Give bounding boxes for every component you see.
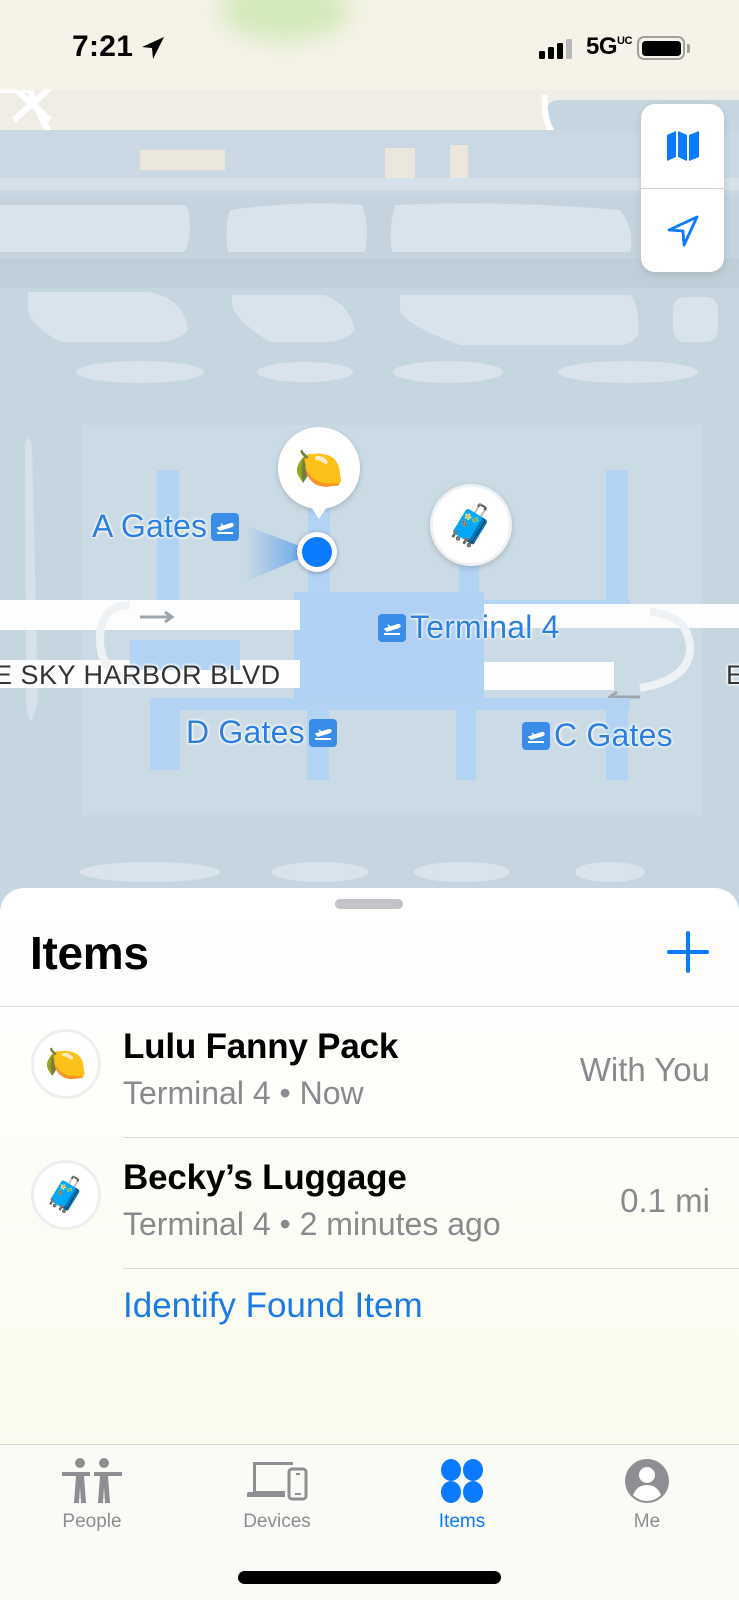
locate-me-button[interactable] <box>641 188 724 272</box>
luggage-icon: 🧳 <box>44 1176 88 1214</box>
tab-label: People <box>62 1511 122 1532</box>
location-arrow-icon <box>667 215 698 246</box>
identify-found-item-link[interactable]: Identify Found Item <box>123 1286 423 1326</box>
battery-icon <box>637 36 685 60</box>
item-row-lulu-fanny-pack[interactable]: 🍋 Lulu Fanny Pack Terminal 4 • Now With … <box>0 1007 739 1138</box>
map-pin-lulu-fanny-pack[interactable]: 🍋 <box>278 427 360 519</box>
tab-items[interactable]: Items <box>392 1455 532 1545</box>
map-label-terminal-4[interactable]: Terminal 4 <box>378 609 560 646</box>
battery-fill <box>641 40 681 56</box>
map-tint <box>220 0 350 40</box>
items-icon <box>441 1459 483 1503</box>
map-view[interactable]: A Gates Terminal 4 E SKY HARBOR BLVD E D… <box>0 0 739 910</box>
map-controls <box>641 104 724 272</box>
status-time: 7:21 <box>72 30 134 63</box>
road-label-sky-harbor-blvd: E SKY HARBOR BLVD <box>0 660 281 690</box>
item-name: Becky’s Luggage <box>123 1158 407 1197</box>
label-text: Terminal 4 <box>410 609 560 645</box>
airplane-departure-icon <box>308 718 337 747</box>
network-type: 5GUC <box>586 33 632 61</box>
tab-label: Devices <box>243 1511 311 1532</box>
row-divider <box>123 1268 739 1269</box>
sheet-grabber[interactable] <box>335 899 403 909</box>
map-label-c-gates[interactable]: C Gates <box>522 717 673 754</box>
item-name: Lulu Fanny Pack <box>123 1027 399 1066</box>
airplane-departure-icon <box>211 512 240 541</box>
network-badge: UC <box>617 35 632 47</box>
item-row-beckys-luggage[interactable]: 🧳 Becky’s Luggage Terminal 4 • 2 minutes… <box>0 1138 739 1269</box>
item-avatar: 🧳 <box>31 1160 101 1230</box>
location-services-icon <box>142 37 164 59</box>
map-pin-beckys-luggage[interactable]: 🧳 <box>430 484 512 566</box>
luggage-icon: 🧳 <box>446 503 496 548</box>
label-text: A Gates <box>92 508 208 544</box>
airplane-departure-icon <box>378 613 406 642</box>
item-subtitle: Terminal 4 • Now <box>123 1075 364 1111</box>
network-label: 5G <box>586 33 618 60</box>
map-background <box>0 0 739 882</box>
item-subtitle: Terminal 4 • 2 minutes ago <box>123 1206 501 1242</box>
tab-label: Items <box>438 1511 486 1532</box>
sheet-title: Items <box>30 927 149 979</box>
road-label-fragment: E <box>726 660 739 690</box>
item-status: With You <box>579 1051 710 1088</box>
map-mode-button[interactable] <box>641 104 724 188</box>
map-label-d-gates[interactable]: D Gates <box>186 714 337 751</box>
tab-devices[interactable]: Devices <box>207 1455 347 1545</box>
people-icon <box>62 1458 122 1503</box>
item-avatar: 🍋 <box>31 1029 101 1099</box>
tab-people[interactable]: People <box>22 1455 162 1545</box>
tab-label: Me <box>633 1511 661 1532</box>
cellular-signal-icon <box>539 39 572 59</box>
map-label-a-gates[interactable]: A Gates <box>92 508 240 545</box>
battery-nub <box>687 44 690 53</box>
status-bar: 7:21 5GUC <box>0 0 739 90</box>
tab-me[interactable]: Me <box>577 1455 717 1545</box>
item-distance: 0.1 mi <box>620 1182 710 1219</box>
user-location-dot <box>297 532 337 572</box>
home-indicator[interactable] <box>238 1571 501 1584</box>
map-icon <box>666 131 699 161</box>
airplane-departure-icon <box>522 721 550 750</box>
person-circle-icon <box>625 1459 669 1503</box>
label-text: D Gates <box>186 714 305 750</box>
plus-icon <box>667 931 709 973</box>
devices-icon <box>247 1462 308 1501</box>
lemon-icon: 🍋 <box>44 1045 88 1083</box>
lemon-icon: 🍋 <box>294 446 344 491</box>
add-item-button[interactable] <box>664 928 712 976</box>
label-text: C Gates <box>554 717 673 753</box>
